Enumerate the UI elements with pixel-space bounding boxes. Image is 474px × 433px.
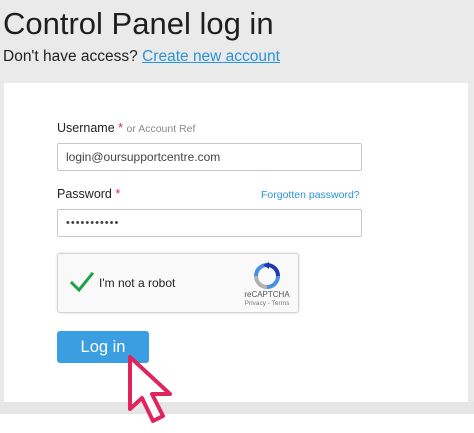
- password-input[interactable]: •••••••••••: [57, 209, 362, 237]
- create-account-link[interactable]: Create new account: [142, 48, 280, 65]
- recaptcha-logo-icon: [254, 262, 280, 289]
- username-label: Username: [57, 121, 115, 135]
- username-required-mark: *: [118, 121, 124, 135]
- mouse-pointer-icon: [128, 355, 172, 423]
- password-label: Password: [57, 187, 112, 201]
- recaptcha-label: I'm not a robot: [99, 276, 176, 290]
- bottom-border-band: [0, 402, 474, 414]
- page-title: Control Panel log in: [3, 6, 274, 41]
- right-border-band: [468, 83, 474, 403]
- left-border-band: [0, 83, 4, 403]
- recaptcha-terms-link[interactable]: Privacy - Terms: [240, 300, 294, 307]
- forgotten-password-link[interactable]: Forgotten password?: [261, 188, 360, 202]
- username-label-row: Username * or Account Ref: [57, 120, 195, 137]
- recaptcha-brand: reCAPTCHA: [244, 290, 290, 299]
- username-input[interactable]: login@oursupportcentre.com: [57, 143, 362, 171]
- password-required-mark: *: [115, 187, 121, 201]
- access-prompt-row: Don't have access? Create new account: [3, 47, 280, 67]
- checkmark-icon[interactable]: [70, 271, 94, 293]
- password-label-row: Password *: [57, 186, 120, 202]
- access-prompt-text: Don't have access?: [3, 48, 138, 65]
- username-hint: or Account Ref: [126, 123, 196, 135]
- recaptcha-widget: I'm not a robot reCAPTCHA Privacy - Term…: [57, 253, 299, 313]
